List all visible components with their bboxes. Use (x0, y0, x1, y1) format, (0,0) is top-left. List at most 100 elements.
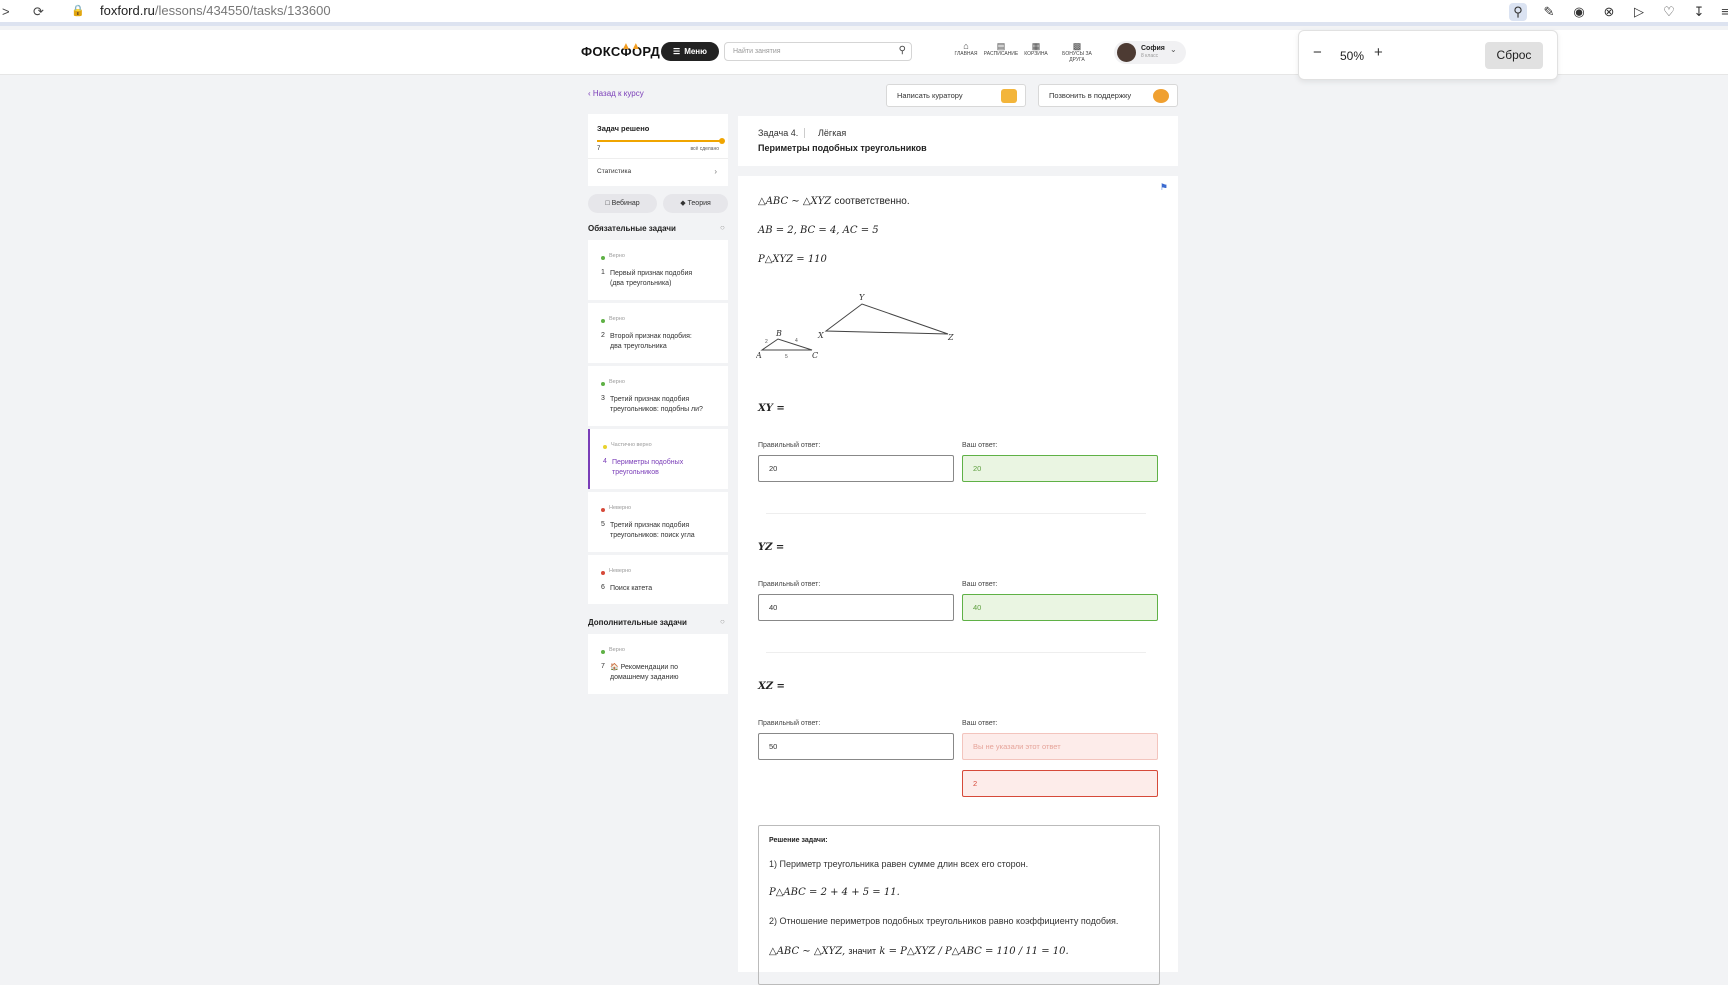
task-number: 6 (601, 584, 605, 591)
write-curator-button[interactable]: Написать куратору (886, 84, 1026, 107)
user-grade: 8 класс (1141, 53, 1159, 59)
task-number: 3 (601, 395, 605, 402)
task-title-line: треугольников: подобны ли? (610, 406, 703, 413)
statistics-link[interactable]: Статистика (597, 168, 631, 175)
task-title: Первый признак подобия (два треугольника) (610, 269, 720, 289)
nav-bonus[interactable]: ▩ БОНУСЫ ЗА ДРУГА (1055, 41, 1099, 63)
back-label: Назад к курсу (592, 89, 644, 98)
menu-button[interactable]: ☰ Меню (661, 42, 719, 61)
status-dot (601, 256, 605, 260)
task-item-7[interactable]: Верно 7 🏠 Рекомендации по домашнему задан… (588, 634, 728, 694)
task-status: Неверно (609, 568, 632, 574)
task-title-line: Рекомендации по (620, 664, 678, 671)
task-number: 1 (601, 269, 605, 276)
divider (766, 513, 1146, 514)
task-item-6[interactable]: Неверно 6 Поиск катета (588, 555, 728, 604)
download-icon[interactable]: ↧ (1690, 3, 1708, 21)
divider (766, 652, 1146, 653)
mandatory-tasks-heading: Обязательные задачи (588, 224, 676, 233)
separator (804, 128, 805, 138)
task-status: Неверно (609, 505, 632, 511)
task-difficulty: Лёгкая (818, 128, 847, 138)
search-placeholder: Найти занятия (733, 48, 781, 55)
theory-label: Теория (687, 200, 711, 207)
forward-icon[interactable]: > (2, 5, 10, 18)
camera-icon[interactable]: ◉ (1570, 3, 1588, 21)
avatar[interactable] (1117, 43, 1136, 62)
task-number: 4 (603, 458, 607, 465)
label-side-bc: 4 (795, 338, 798, 344)
label-x: X (817, 331, 824, 340)
status-dot (601, 508, 605, 512)
nav-schedule[interactable]: ▤ РАСПИСАНИЕ (981, 41, 1021, 57)
back-to-course-link[interactable]: ‹ Назад к курсу (588, 89, 644, 98)
label-z: Z (947, 333, 954, 342)
webinar-button[interactable]: □ Вебинар (588, 194, 657, 213)
perimeter-given: P△XYZ = 110 (758, 254, 827, 265)
your-answer-field[interactable]: 2 (962, 770, 1158, 797)
zoom-icon[interactable]: ⚲ (1509, 3, 1527, 21)
block-icon[interactable]: ⊗ (1600, 3, 1618, 21)
task-status: Верно (609, 379, 625, 385)
task-item-4[interactable]: Частично верно 4 Периметры подобных треуг… (588, 429, 728, 489)
send-icon[interactable]: ▷ (1630, 3, 1648, 21)
task-content: ⚑ △ABC ∼ △XYZ соответственно. AB = 2, BC… (738, 176, 1178, 985)
task-title: Третий признак подобия треугольников: пои… (610, 521, 720, 541)
task-item-5[interactable]: Неверно 5 Третий признак подобия треуголь… (588, 492, 728, 552)
task-item-2[interactable]: Верно 2 Второй признак подобия: два треуг… (588, 303, 728, 363)
your-answer-field[interactable]: 40 (962, 594, 1158, 621)
menu-icon[interactable]: ≡ (1716, 3, 1728, 21)
webinar-label: Вебинар (611, 200, 640, 207)
info-icon[interactable]: ○ (720, 617, 725, 626)
your-answer-field[interactable]: 20 (962, 455, 1158, 482)
zoom-reset-button[interactable]: Сброс (1485, 42, 1543, 69)
status-dot (601, 650, 605, 654)
edit-icon[interactable]: ✎ (1540, 3, 1558, 21)
chevron-right-icon[interactable]: › (714, 167, 717, 176)
call-support-button[interactable]: Позвонить в поддержку (1038, 84, 1178, 107)
progress-note: всё сделано (690, 146, 719, 152)
menu-label: Меню (684, 47, 707, 56)
task-title-line: Третий признак подобия (610, 522, 690, 529)
solution-box: Решение задачи: 1) Периметр треугольника… (758, 825, 1160, 985)
task-item-3[interactable]: Верно 3 Третий признак подобия треугольни… (588, 366, 728, 426)
heart-icon[interactable]: ♡ (1660, 3, 1678, 21)
progress-knob (719, 138, 725, 144)
url-domain: foxford.ru (100, 3, 155, 18)
question-xz-label: XZ = (758, 681, 785, 692)
problem-text: соответственно. (834, 196, 910, 207)
correct-answer-label: Правильный ответ: (758, 581, 821, 588)
flag-icon[interactable]: ⚑ (1160, 182, 1168, 193)
sides-given: AB = 2, BC = 4, AC = 5 (758, 225, 879, 236)
address-bar[interactable]: foxford.ru/lessons/434550/tasks/133600 (100, 3, 331, 18)
task-number: 5 (601, 521, 605, 528)
status-dot (603, 445, 607, 449)
task-title-line: домашнему заданию (610, 674, 679, 681)
lock-icon[interactable]: 🔒 (71, 5, 85, 18)
correct-answer-label: Правильный ответ: (758, 442, 821, 449)
search-icon[interactable]: ⚲ (899, 45, 906, 56)
calendar-icon: ▤ (996, 41, 1006, 51)
url-path: /lessons/434550/tasks/133600 (154, 3, 331, 18)
missing-answer-field: Вы не указали этот ответ (962, 733, 1158, 760)
task-title: 🏠 Рекомендации по домашнему заданию (610, 663, 720, 683)
your-answer-label: Ваш ответ: (962, 581, 998, 588)
solution-step-2-formula: △ABC ∼ △XYZ, значит k = P△XYZ / P△ABC = … (769, 946, 1069, 957)
zoom-in-button[interactable]: + (1374, 44, 1383, 61)
chevron-down-icon[interactable]: ⌄ (1170, 45, 1177, 54)
search-input[interactable]: Найти занятия ⚲ (724, 42, 912, 61)
info-icon[interactable]: ○ (720, 223, 725, 232)
reload-icon[interactable]: ⟳ (33, 5, 44, 18)
label-a: A (756, 351, 762, 360)
nav-home[interactable]: ⌂ ГЛАВНАЯ (946, 41, 986, 57)
divider (588, 158, 728, 159)
zoom-out-button[interactable]: − (1313, 44, 1322, 61)
theory-button[interactable]: ◆ Теория (663, 194, 728, 213)
house-icon: 🏠 (610, 664, 619, 671)
task-item-1[interactable]: Верно 1 Первый признак подобия (два треуг… (588, 240, 728, 300)
task-status: Верно (609, 316, 625, 322)
nav-cart[interactable]: ▦ КОРЗИНА (1016, 41, 1056, 57)
correct-answer-field: 40 (758, 594, 954, 621)
question-xy-label: XY = (758, 403, 785, 414)
task-title-line: Третий признак подобия (610, 396, 690, 403)
